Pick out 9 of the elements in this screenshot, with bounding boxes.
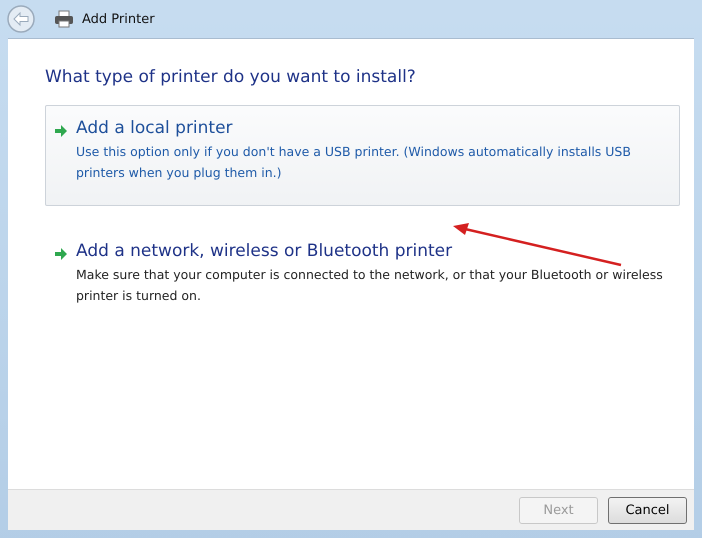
printer-option[interactable]: Add a local printer Use this option only if you don't have a USB printer. (Windows automatically installs USB printers when you plug them in.) [45, 105, 680, 206]
page-heading: What type of printer do you want to install? [45, 67, 417, 87]
option-description: Use this option only if you don't have a USB printer. (Windows automatically installs USB printers when you plug them in.) [76, 143, 632, 182]
window-title: Add Printer [82, 12, 155, 26]
dialog-button[interactable]: Cancel [608, 496, 687, 524]
printer-option[interactable]: Add a network, wireless or Bluetooth printer Make sure that your computer is connected to the network, or that your Bluetooth or wireless printer is turned on. [45, 228, 680, 329]
option-title: Add a network, wireless or Bluetooth printer [76, 241, 454, 261]
option-title: Add a local printer [76, 118, 234, 138]
option-description: Make sure that your computer is connected to the network, or that your Bluetooth or wireless printer is turned on. [76, 266, 664, 305]
